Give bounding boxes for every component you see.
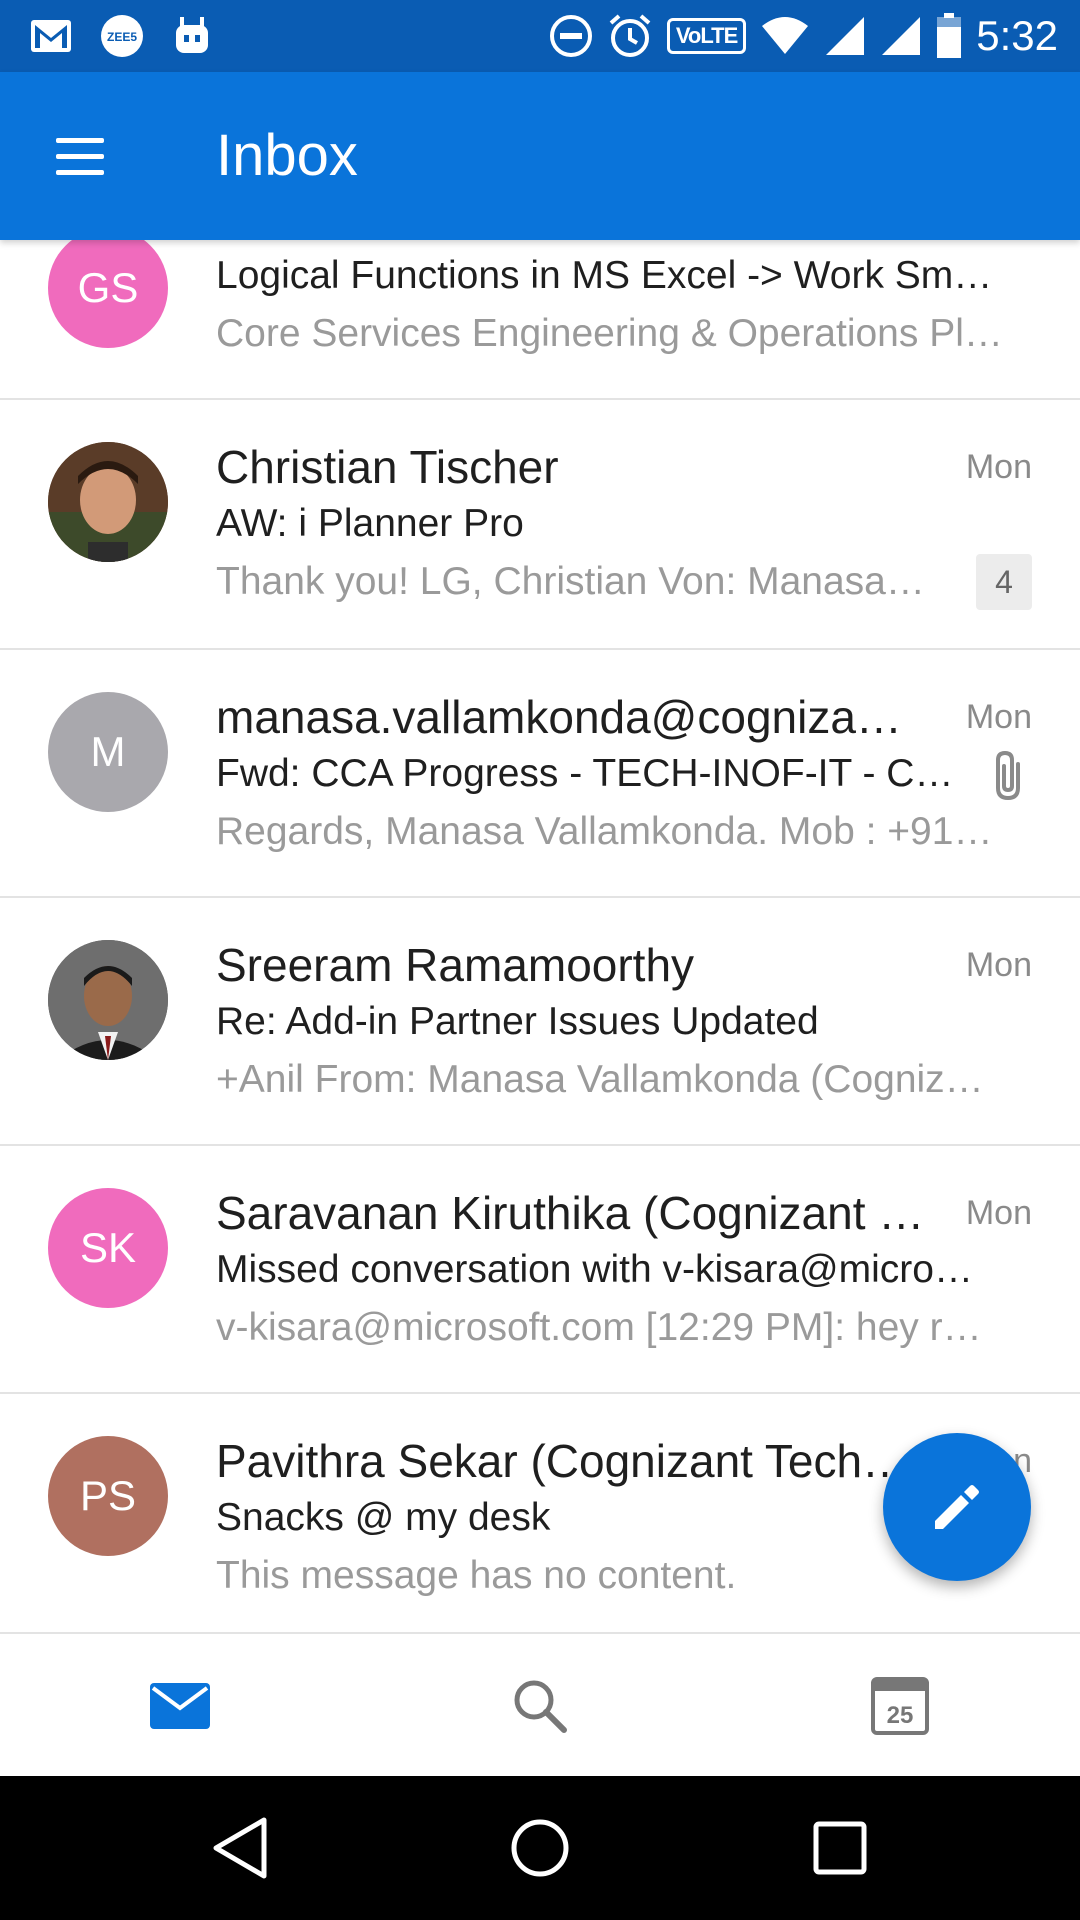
message-preview: +Anil From: Manasa Vallamkonda (Cogniz…: [216, 1058, 984, 1101]
alarm-icon: [609, 14, 651, 57]
message-subject: Logical Functions in MS Excel -> Work Sm…: [216, 254, 993, 297]
app-bar: Inbox: [0, 72, 1080, 240]
avatar: GS: [48, 240, 168, 348]
avatar-initials: SK: [79, 1224, 137, 1271]
page-title: Inbox: [216, 123, 358, 188]
signal-icon: [826, 17, 865, 55]
compose-button[interactable]: [883, 1433, 1031, 1581]
message-subject: Re: Add-in Partner Issues Updated: [216, 1000, 819, 1043]
volte-icon: VoLTE: [666, 18, 747, 54]
message-sender: manasa.vallamkonda@cogniza…: [216, 691, 902, 743]
calendar-icon: 25: [871, 1677, 929, 1735]
home-icon[interactable]: [504, 1812, 576, 1884]
avatar-initials: PS: [79, 1472, 137, 1519]
signal-icon: [882, 17, 921, 55]
mail-icon: [150, 1683, 210, 1729]
avatar: M: [48, 692, 168, 812]
status-bar-left: ZEE5: [30, 12, 212, 60]
search-icon: [514, 1680, 567, 1733]
svg-text:ZEE5: ZEE5: [107, 30, 137, 44]
message-sender: Christian Tischer: [216, 441, 559, 493]
calendar-date: 25: [887, 1702, 914, 1729]
zee5-icon: ZEE5: [101, 15, 143, 57]
message-preview: v-kisara@microsoft.com [12:29 PM]: hey r…: [216, 1306, 982, 1349]
status-bar: ZEE5 VoLTE 5:32: [0, 0, 1080, 72]
tab-mail[interactable]: [138, 1664, 222, 1748]
avatar: [48, 442, 168, 562]
message-row[interactable]: Sreeram Ramamoorthy Mon Re: Add-in Partn…: [0, 898, 1080, 1146]
message-list[interactable]: GS Logical Functions in MS Excel -> Work…: [0, 240, 1080, 1632]
compose-pencil-icon: [935, 1485, 979, 1529]
tab-calendar[interactable]: 25: [858, 1664, 942, 1748]
message-row[interactable]: Christian Tischer Mon AW: i Planner Pro …: [0, 400, 1080, 650]
wifi-icon: [762, 17, 809, 54]
message-date: Mon: [965, 946, 1032, 984]
message-sender: Saravanan Kiruthika (Cognizant …: [216, 1187, 925, 1239]
message-row[interactable]: SK Saravanan Kiruthika (Cognizant … Mon …: [0, 1146, 1080, 1394]
message-row[interactable]: M manasa.vallamkonda@cogniza… Mon Fwd: C…: [0, 650, 1080, 898]
paperclip-icon: [996, 750, 1020, 801]
status-bar-right: VoLTE 5:32: [549, 10, 1058, 62]
message-date: Mon: [965, 698, 1032, 736]
do-not-disturb-icon: [549, 15, 592, 57]
message-preview: Regards, Manasa Vallamkonda. Mob : +91…: [216, 810, 993, 853]
avatar: [48, 940, 168, 1060]
message-sender: Sreeram Ramamoorthy: [216, 939, 695, 991]
gmail-icon: [31, 20, 71, 52]
avatar-photo: [48, 442, 168, 562]
back-icon[interactable]: [206, 1812, 278, 1884]
message-preview: Core Services Engineering & Operations P…: [216, 312, 1003, 355]
avatar: PS: [48, 1436, 168, 1556]
message-subject: Fwd: CCA Progress - TECH-INOF-IT - C…: [216, 752, 954, 795]
battery-icon: [937, 13, 962, 58]
system-nav-bar: [0, 1776, 1080, 1920]
tab-search[interactable]: [498, 1664, 582, 1748]
bot-icon: [176, 17, 208, 53]
hamburger-menu-icon[interactable]: [48, 124, 112, 188]
message-row[interactable]: GS Logical Functions in MS Excel -> Work…: [0, 240, 1080, 400]
message-sender: Pavithra Sekar (Cognizant Tech…: [216, 1435, 909, 1487]
avatar: SK: [48, 1188, 168, 1308]
thread-count-badge: 4: [976, 554, 1032, 610]
message-subject: Missed conversation with v-kisara@micro…: [216, 1248, 973, 1291]
avatar-initials: GS: [77, 264, 139, 311]
recents-icon[interactable]: [804, 1812, 876, 1884]
message-date: Mon: [965, 1194, 1032, 1232]
message-subject: AW: i Planner Pro: [216, 502, 524, 545]
avatar-photo: [48, 940, 168, 1060]
message-date: Mon: [965, 448, 1032, 486]
bottom-tab-bar: 25: [0, 1632, 1080, 1778]
avatar-initials: M: [90, 728, 126, 775]
status-time: 5:32: [976, 12, 1058, 59]
message-preview: Thank you! LG, Christian Von: Manasa…: [216, 560, 925, 603]
